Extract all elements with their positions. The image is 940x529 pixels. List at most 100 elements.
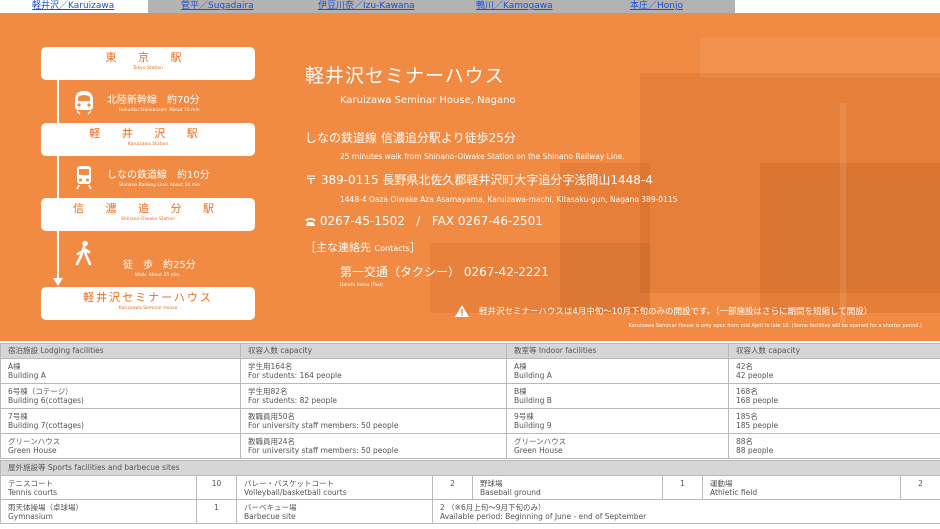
notice-text: 軽井沢セミナーハウスは4月中旬～10月下旬のみの開設です。（一部施設はさらに期間…	[479, 307, 873, 317]
route-leg: 北陸新幹線 約70分 Hokuriku Shinkansen: About 70…	[107, 94, 201, 114]
building-photo-overlay	[700, 38, 940, 78]
count-cell: 2	[432, 475, 473, 500]
table-row: A棟 Building A 学生用164名 For students: 164 pe…	[0, 358, 940, 384]
page: 軽井沢／Karuizawa 菅平／Sugadaira 伊豆川奈／Izu-Kawa…	[0, 0, 940, 529]
count-cell: 10	[196, 475, 237, 500]
count-cell: 1	[196, 499, 237, 524]
station-name-en: Shinano-Oiwake Station	[121, 217, 175, 222]
tab-sugadaira[interactable]: 菅平／Sugadaira	[148, 0, 306, 13]
arrow-down-icon	[53, 278, 63, 286]
station-name: 軽 井 沢 駅	[89, 127, 207, 140]
table-cell: 168名 168 people	[728, 383, 940, 409]
table-cell: A棟 Building A	[506, 358, 729, 384]
table-cell: 教職員用50名 For university staff members: 50 …	[240, 408, 507, 434]
station-shinano-oiwake: 信 濃 追 分 駅 Shinano-Oiwake Station	[41, 198, 255, 231]
building-photo-overlay	[760, 163, 940, 313]
bbq-note-cell: 2 （※6月上旬～9月下旬のみ） Available period: Beginn…	[432, 499, 940, 524]
station-seminar-house: 軽井沢セミナーハウス Karuizawa Seminar House	[41, 287, 255, 320]
table-cell: グリーンハウス Green House	[0, 433, 241, 459]
access-text: しなの鉄道線 信濃追分駅より徒歩25分	[305, 131, 516, 145]
address-text: 〒 389-0115 長野県北佐久郡軽井沢町大字追分字浅間山1448-4	[305, 173, 653, 187]
column-header: 収容人数 capacity	[240, 343, 507, 359]
leg-label-en: Hokuriku Shinkansen: About 70 min.	[119, 108, 201, 113]
bullet-train-icon	[75, 91, 93, 115]
table-cell: B棟 Building B	[506, 383, 729, 409]
station-karuizawa: 軽 井 沢 駅 Karuizawa Station	[41, 123, 255, 156]
notice-text-en: Karuizawa Seminar House is only open fro…	[628, 323, 923, 329]
tab-izu-kawana[interactable]: 伊豆川奈／Izu-Kawana	[306, 0, 464, 13]
table-cell: 野球場 Baseball ground	[472, 475, 663, 500]
column-header: 教室等 Indoor facilities	[506, 343, 729, 359]
station-tokyo: 東 京 駅 Tokyo Station	[41, 47, 255, 80]
count-cell: 2	[900, 475, 940, 500]
table-cell: 運動場 Athletic field	[702, 475, 901, 500]
route-line	[57, 156, 59, 198]
access-text-en: 25 minutes walk from Shinano-Oiwake Stat…	[340, 152, 625, 161]
table-row: 雨天体操場（卓球場） Gymnasium 1 バーベキュー場 Barbecue si…	[0, 499, 940, 524]
leg-label-en: Shinano Railway Line: About 10 min.	[119, 183, 202, 188]
table-cell: 9号棟 Building 9	[506, 408, 729, 434]
page-title-en: Karuizawa Seminar House, Nagano	[340, 95, 516, 106]
tab-honjo[interactable]: 本庄／Honjo	[622, 0, 735, 13]
route-leg: しなの鉄道線 約10分 Shinano Railway Line: About …	[107, 169, 210, 189]
table-cell: 学生用164名 For students: 164 people	[240, 358, 507, 384]
table-cell: バレー・バスケットコート Volleyball/basketball courts	[236, 475, 433, 500]
title-place: 軽井沢	[305, 65, 366, 87]
table-row: 6号棟（コテージ） Building 6(cottages) 学生用82名 For …	[0, 383, 940, 409]
address-text-en: 1448-4 Oaza Oiwake Aza Asamayama, Karuiz…	[340, 195, 678, 204]
contacts-label-en: Contacts	[374, 244, 410, 253]
table-cell: 42名 42 people	[728, 358, 940, 384]
tel-separator: /	[408, 214, 428, 228]
hero-banner: 東 京 駅 Tokyo Station 北陸新幹線 約70分 Hokuriku …	[0, 13, 940, 341]
route-line	[57, 231, 59, 283]
table-header: 宿泊施設 Lodging facilities 収容人数 capacity 教室…	[0, 343, 940, 359]
tab-kamogawa[interactable]: 鴨川／Kamogawa	[464, 0, 622, 13]
table-cell: バーベキュー場 Barbecue site	[236, 499, 433, 524]
taxi-contact: 第一交通（タクシー） 0267-42-2221	[340, 265, 549, 279]
leg-label: 徒 歩 約25分	[123, 260, 196, 271]
station-name-en: Karuizawa Seminar House	[118, 306, 178, 311]
table-cell: グリーンハウス Green House	[506, 433, 729, 459]
season-notice: 軽井沢セミナーハウスは4月中旬～10月下旬のみの開設です。（一部施設はさらに期間…	[455, 305, 872, 317]
section-header: 屋外施設等 Sports facilities and barbecue sit…	[0, 460, 940, 476]
walking-person-icon	[75, 240, 92, 266]
page-title: 軽井沢セミナーハウス	[305, 61, 505, 88]
fax-number: FAX 0267-46-2501	[431, 214, 543, 228]
route-line	[57, 80, 59, 123]
tel-number: 0267-45-1502	[319, 214, 405, 228]
contacts-heading: ［主な連絡先 Contacts］	[305, 239, 421, 255]
lodging-table: 宿泊施設 Lodging facilities 収容人数 capacity 教室…	[0, 343, 940, 459]
table-cell: テニスコート Tennis courts	[0, 475, 197, 500]
station-name: 信 濃 追 分 駅	[73, 202, 223, 215]
leg-label: しなの鉄道線 約10分	[107, 170, 210, 181]
table-row: グリーンハウス Green House 教職員用24名 For university…	[0, 433, 940, 459]
table-cell: 185名 185 people	[728, 408, 940, 434]
station-name-en: Karuizawa Station	[127, 142, 169, 147]
table-cell: 雨天体操場（卓球場） Gymnasium	[0, 499, 197, 524]
building-photo-overlay	[840, 103, 846, 323]
table-cell: 7号棟 Building 7(cottages)	[0, 408, 241, 434]
contacts-label-close: ］	[409, 241, 421, 254]
leg-label-en: Walk: About 25 min.	[135, 273, 181, 278]
column-header: 収容人数 capacity	[728, 343, 940, 359]
table-row: 7号棟 Building 7(cottages) 教職員用50名 For unive…	[0, 408, 940, 434]
site-tabs: 軽井沢／Karuizawa 菅平／Sugadaira 伊豆川奈／Izu-Kawa…	[0, 0, 735, 13]
station-name: 東 京 駅	[105, 51, 191, 64]
tab-karuizawa[interactable]: 軽井沢／Karuizawa	[0, 0, 148, 13]
station-name-en: Tokyo Station	[132, 66, 164, 71]
table-cell: 教職員用24名 For university staff members: 50 …	[240, 433, 507, 459]
phone-icon	[305, 218, 316, 226]
leg-label: 北陸新幹線 約70分	[107, 95, 200, 106]
table-row: テニスコート Tennis courts 10 バレー・バスケットコート Volle…	[0, 475, 940, 500]
train-icon	[76, 166, 92, 190]
table-cell: A棟 Building A	[0, 358, 241, 384]
sports-table: 屋外施設等 Sports facilities and barbecue sit…	[0, 460, 940, 524]
taxi-contact-en: Daiichi Kotsu (Taxi)	[340, 283, 383, 288]
count-cell: 1	[662, 475, 703, 500]
table-cell: 88名 88 people	[728, 433, 940, 459]
warning-icon	[455, 305, 469, 317]
table-cell: 学生用82名 For students: 82 people	[240, 383, 507, 409]
table-header: 屋外施設等 Sports facilities and barbecue sit…	[0, 460, 940, 476]
station-name: 軽井沢セミナーハウス	[83, 291, 213, 304]
contacts-label: ［主な連絡先	[305, 241, 371, 254]
